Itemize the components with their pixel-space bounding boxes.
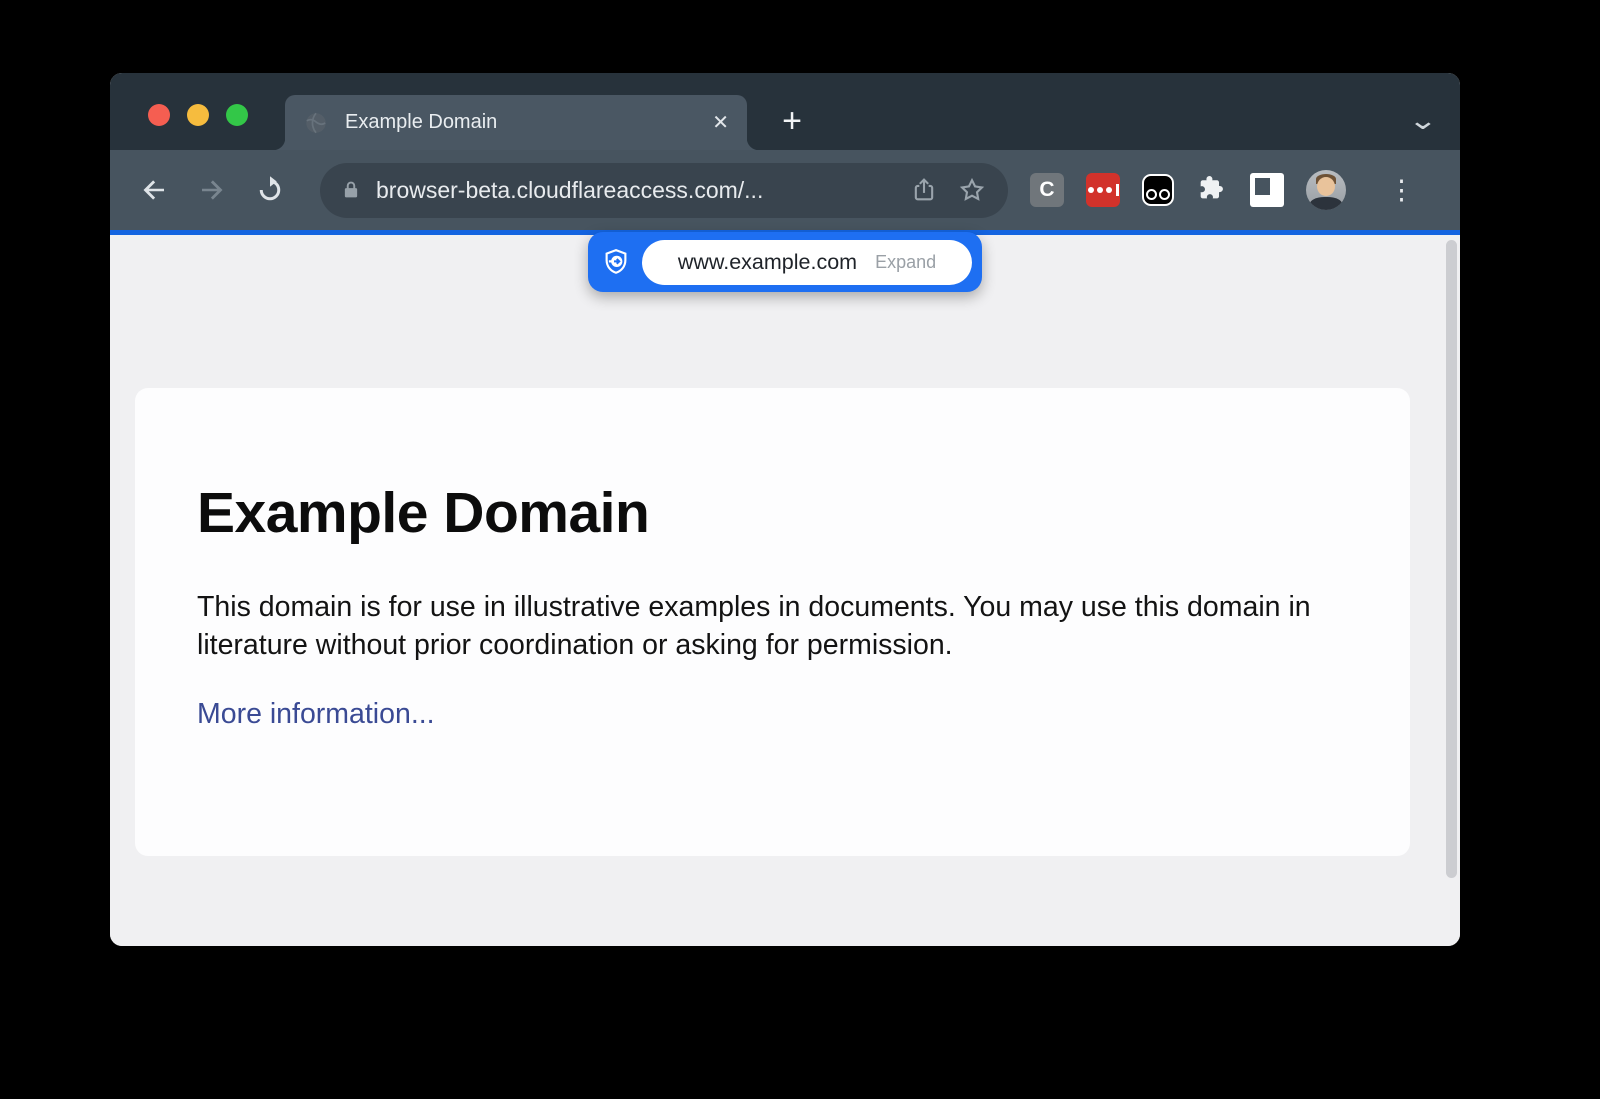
- globe-favicon-icon: [303, 110, 329, 136]
- url-text[interactable]: browser-beta.cloudflareaccess.com/...: [376, 177, 890, 204]
- page-card: Example Domain This domain is for use in…: [135, 388, 1410, 856]
- chevron-down-icon[interactable]: ⌄: [1408, 107, 1439, 133]
- isolation-domain-pill[interactable]: www.example.com Expand: [642, 240, 972, 285]
- window-controls: [148, 104, 248, 126]
- toolbar: browser-beta.cloudflareaccess.com/... C: [110, 150, 1460, 230]
- url-bar[interactable]: browser-beta.cloudflareaccess.com/...: [320, 163, 1008, 218]
- minimize-window-button[interactable]: [187, 104, 209, 126]
- star-icon: [958, 176, 986, 204]
- close-tab-icon[interactable]: ✕: [712, 113, 729, 133]
- extension-c-icon[interactable]: C: [1030, 173, 1064, 207]
- new-tab-button[interactable]: +: [772, 101, 812, 141]
- page-title: Example Domain: [197, 480, 1350, 546]
- extensions-row: C ⋮: [1030, 170, 1415, 210]
- forward-button[interactable]: [192, 170, 232, 210]
- lastpass-extension-icon[interactable]: [1086, 173, 1120, 207]
- bookmark-button[interactable]: [958, 176, 986, 204]
- reload-button[interactable]: [250, 170, 290, 210]
- profile-avatar[interactable]: [1306, 170, 1346, 210]
- scrollbar-thumb[interactable]: [1446, 240, 1457, 878]
- side-panel-extension-icon[interactable]: [1250, 173, 1284, 207]
- close-window-button[interactable]: [148, 104, 170, 126]
- back-button[interactable]: [134, 170, 174, 210]
- more-information-link[interactable]: More information...: [197, 698, 435, 731]
- back-arrow-icon: [139, 175, 169, 205]
- browser-window: Example Domain ✕ + ⌄ browse: [110, 73, 1460, 946]
- browser-menu-button[interactable]: ⋮: [1388, 177, 1415, 204]
- fullscreen-window-button[interactable]: [226, 104, 248, 126]
- expand-button[interactable]: Expand: [875, 252, 936, 273]
- isolated-domain-label: www.example.com: [678, 250, 857, 275]
- isolation-banner[interactable]: www.example.com Expand: [588, 232, 982, 292]
- tab-title: Example Domain: [345, 111, 700, 134]
- reload-icon: [255, 175, 285, 205]
- extensions-puzzle-icon[interactable]: [1196, 172, 1228, 209]
- share-icon: [910, 176, 938, 204]
- browser-tab[interactable]: Example Domain ✕: [285, 95, 747, 150]
- tab-strip: Example Domain ✕ + ⌄: [110, 73, 1460, 150]
- goggles-extension-icon[interactable]: [1142, 174, 1174, 206]
- page-paragraph: This domain is for use in illustrative e…: [197, 588, 1350, 664]
- lock-icon[interactable]: [340, 179, 362, 201]
- shield-arrow-icon: [601, 247, 631, 277]
- forward-arrow-icon: [197, 175, 227, 205]
- share-button[interactable]: [910, 176, 938, 204]
- page-viewport: www.example.com Expand Example Domain Th…: [110, 235, 1460, 946]
